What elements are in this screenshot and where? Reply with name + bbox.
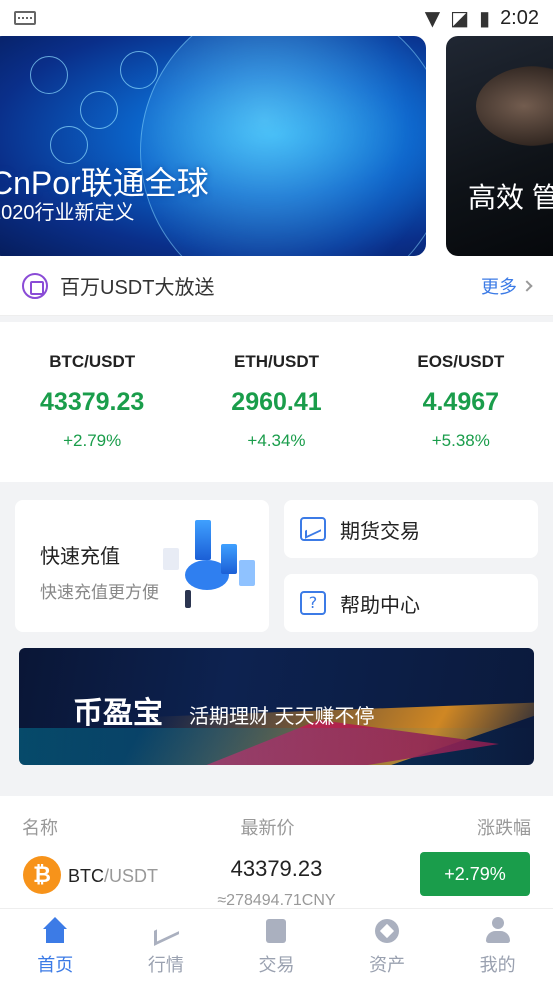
battery-charging-icon: ▮ [479, 6, 491, 30]
status-time: 2:02 [500, 6, 539, 29]
tab-trade[interactable]: 交易 [221, 909, 332, 983]
tab-trade-label: 交易 [258, 955, 295, 975]
tab-assets[interactable]: 资产 [332, 909, 443, 983]
assets-icon [373, 917, 401, 945]
futures-trading-card[interactable]: 期货交易 [284, 500, 538, 558]
market-change-badge[interactable]: +2.79% [420, 852, 530, 896]
home-icon [41, 917, 69, 945]
tab-market[interactable]: 行情 [111, 909, 222, 983]
status-bar: ▼ ◪ ▮ 2:02 [0, 0, 553, 36]
wifi-icon: ▼ [424, 6, 441, 30]
status-right: ▼ ◪ ▮ 2:02 [425, 6, 539, 30]
hex-decoration-icon [120, 51, 158, 89]
help-center-card[interactable]: 帮助中心 [284, 574, 538, 632]
announcement-icon [22, 272, 48, 299]
banner-subtitle: 2020行业新定义 [0, 202, 135, 224]
ticker-pair: ETH/USDT [233, 352, 319, 371]
ticker-pair: BTC/USDT [49, 352, 136, 371]
help-question-icon [300, 591, 326, 615]
notice-more-link[interactable]: 更多 [481, 273, 533, 299]
promo-subtitle: 活期理财 天天赚不停 [189, 706, 375, 728]
promo-title: 币盈宝 [73, 697, 163, 730]
tab-assets-label: 资产 [369, 955, 406, 975]
header-price: 最新价 [240, 818, 295, 838]
tab-profile[interactable]: 我的 [442, 909, 553, 983]
bottom-tab-bar: 首页 行情 交易 资产 我的 [0, 908, 553, 983]
header-change: 涨跌幅 [477, 818, 531, 838]
status-left [14, 11, 36, 25]
globe-graphic [140, 36, 426, 256]
trade-icon [262, 917, 290, 945]
ticker-btc[interactable]: BTC/USDT 43379.23 +2.79% [0, 322, 184, 482]
hand-graphic [476, 66, 553, 146]
feature-grid: 快速充值 快速充值更方便 期货交易 帮助中心 [15, 500, 538, 632]
market-chart-icon [152, 917, 180, 945]
ticker-eth[interactable]: ETH/USDT 2960.41 +4.34% [184, 322, 368, 482]
notice-bar[interactable]: 百万USDT大放送 更多 [0, 256, 553, 316]
ticker-strip: BTC/USDT 43379.23 +2.79% ETH/USDT 2960.4… [0, 322, 553, 482]
notice-text[interactable]: 百万USDT大放送 [60, 271, 481, 300]
hex-decoration-icon [30, 56, 68, 94]
notice-more-label: 更多 [481, 276, 517, 297]
ticker-change: +2.79% [63, 431, 122, 450]
keyboard-icon [14, 11, 36, 25]
header-name: 名称 [22, 818, 58, 838]
ticker-change: +4.34% [247, 431, 306, 450]
promo-banner[interactable]: 币盈宝 活期理财 天天赚不停 [19, 648, 534, 765]
market-row[interactable]: ₿ BTC/USDT 43379.23 ≈278494.71CNY +2.79% [0, 840, 553, 910]
banner-side-title: 高效 管 [468, 182, 553, 213]
ticker-pair: EOS/USDT [417, 352, 505, 371]
tab-market-label: 行情 [147, 955, 184, 975]
tab-home[interactable]: 首页 [0, 909, 111, 983]
tab-home-label: 首页 [37, 955, 74, 975]
market-list: 名称 最新价 涨跌幅 ₿ BTC/USDT 43379.23 ≈278494.7… [0, 796, 553, 910]
ticker-eos[interactable]: EOS/USDT 4.4967 +5.38% [369, 322, 553, 482]
server-illustration-icon [163, 520, 259, 610]
banner-carousel[interactable]: CnPor联通全球 2020行业新定义 高效 管 [0, 36, 553, 256]
quick-recharge-subtitle: 快速充值更方便 [40, 583, 159, 602]
ticker-price: 2960.41 [231, 388, 322, 416]
banner-slide-main[interactable]: CnPor联通全球 2020行业新定义 [0, 36, 426, 256]
ticker-price: 43379.23 [40, 388, 145, 416]
hex-decoration-icon [80, 91, 118, 129]
quick-recharge-card[interactable]: 快速充值 快速充值更方便 [15, 500, 269, 632]
tab-profile-label: 我的 [479, 955, 516, 975]
no-sim-icon: ◪ [450, 6, 470, 30]
promo-wave-decoration [19, 728, 534, 765]
banner-slide-next[interactable]: 高效 管 [446, 36, 553, 256]
futures-trading-label: 期货交易 [340, 520, 420, 543]
profile-icon [484, 917, 512, 945]
futures-chart-icon [300, 517, 326, 541]
market-header: 名称 最新价 涨跌幅 [0, 796, 553, 840]
ticker-change: +5.38% [431, 431, 490, 450]
chevron-right-icon [521, 279, 533, 292]
quick-recharge-title: 快速充值 [40, 546, 120, 568]
ticker-price: 4.4967 [422, 388, 500, 416]
help-center-label: 帮助中心 [340, 594, 420, 617]
